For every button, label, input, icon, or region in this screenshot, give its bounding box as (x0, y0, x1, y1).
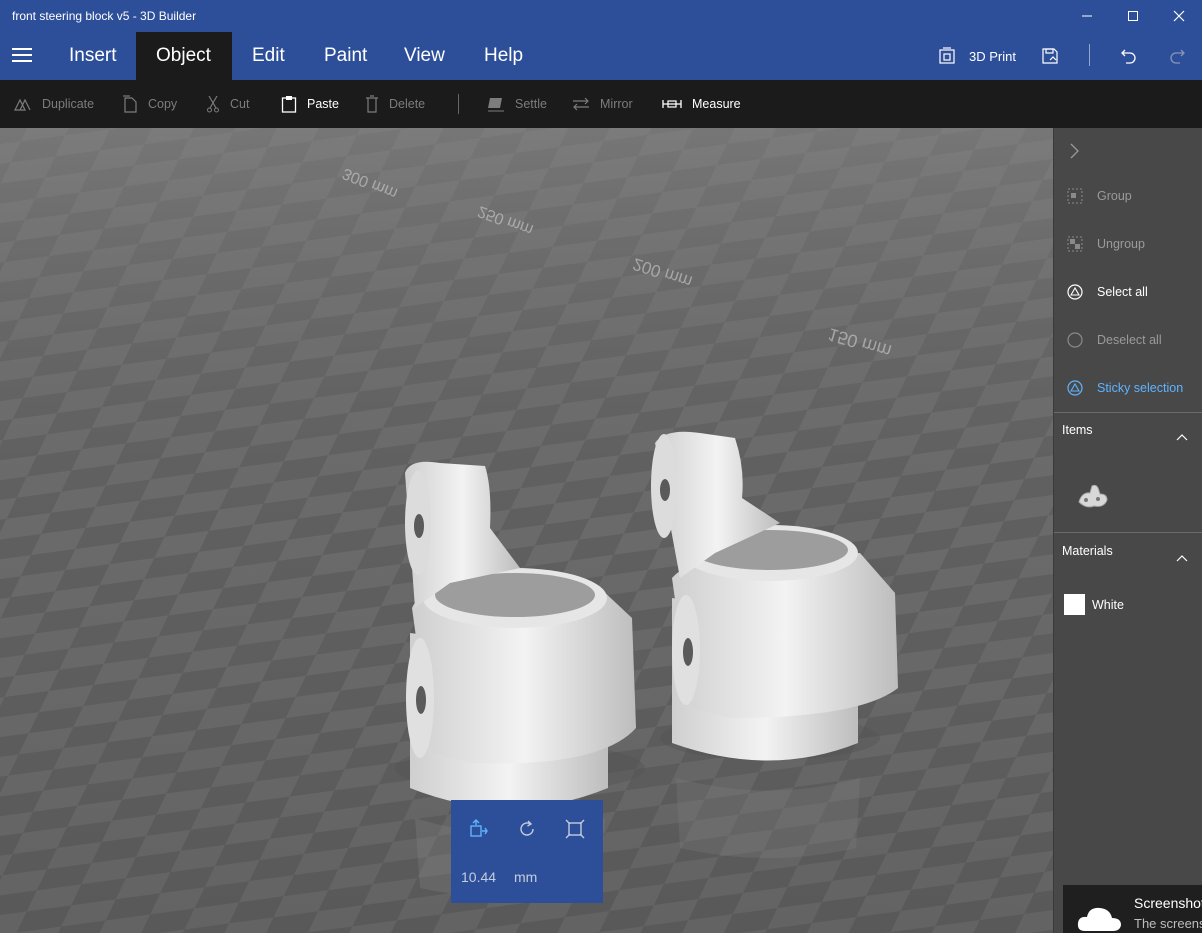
sticky-selection-icon (1067, 380, 1083, 396)
select-all-label: Select all (1097, 285, 1148, 299)
collapse-panel-button[interactable] (1068, 142, 1080, 165)
duplicate-icon (14, 98, 31, 111)
ungroup-icon (1067, 236, 1083, 252)
copy-icon (123, 95, 137, 113)
save-button[interactable] (1041, 32, 1059, 80)
copy-label: Copy (148, 97, 178, 111)
chevron-up-icon[interactable] (1176, 433, 1188, 441)
group-button[interactable]: Group (1054, 172, 1202, 220)
cut-button[interactable]: Cut (206, 80, 249, 128)
transform-unit: mm (514, 869, 538, 885)
paste-button[interactable]: Paste (281, 80, 339, 128)
scale-tool-icon[interactable] (564, 818, 586, 840)
title-bar: front steering block v5 - 3D Builder (0, 0, 1202, 32)
onedrive-cloud-icon (1077, 907, 1121, 931)
deselect-all-label: Deselect all (1097, 333, 1162, 347)
undo-icon (1121, 49, 1136, 64)
transform-panel: 10.44 mm (451, 800, 603, 903)
printer-3d-icon (939, 47, 955, 64)
select-all-button[interactable]: Select all (1054, 268, 1202, 316)
measure-label: Measure (692, 97, 741, 111)
chevron-up-icon[interactable] (1176, 554, 1188, 562)
tab-edit[interactable]: Edit (232, 32, 305, 80)
tab-paint[interactable]: Paint (304, 32, 387, 80)
maximize-button[interactable] (1110, 0, 1156, 32)
undo-button[interactable] (1120, 32, 1138, 80)
group-label: Group (1097, 189, 1132, 203)
notification-text: The screenshot was added to OneDrive (1134, 916, 1202, 931)
mirror-arrows-icon (573, 97, 589, 111)
sticky-selection-label: Sticky selection (1097, 381, 1184, 395)
deselect-all-button[interactable]: Deselect all (1054, 316, 1202, 364)
tab-object[interactable]: Object (136, 32, 232, 80)
save-icon (1042, 48, 1058, 64)
settle-icon (488, 98, 504, 112)
close-button[interactable] (1156, 0, 1202, 32)
settle-button[interactable]: Settle (487, 80, 547, 128)
scissors-icon (207, 95, 219, 113)
menu-bar: Insert Object Edit Paint View Help 3D Pr… (0, 32, 1202, 80)
measure-button[interactable]: Measure (662, 80, 741, 128)
move-tool-icon[interactable] (467, 818, 489, 840)
copy-button[interactable]: Copy (122, 80, 177, 128)
delete-button[interactable]: Delete (365, 80, 425, 128)
redo-icon (1170, 49, 1185, 64)
select-all-icon (1067, 284, 1083, 300)
material-swatch-white[interactable]: White (1064, 594, 1124, 615)
screenshot-notification[interactable]: Screenshot saved The screenshot was adde… (1063, 885, 1202, 933)
material-label: White (1092, 597, 1124, 612)
tab-help[interactable]: Help (464, 32, 543, 80)
print-label: 3D Print (969, 48, 1016, 64)
redo-button[interactable] (1168, 32, 1186, 80)
color-swatch (1064, 594, 1085, 615)
sticky-selection-toggle[interactable]: Sticky selection (1054, 364, 1202, 412)
notification-title: Screenshot saved (1134, 895, 1202, 911)
paste-icon (281, 96, 297, 113)
group-icon (1067, 188, 1083, 204)
3d-viewport[interactable]: 300 mm 250 mm 200 mm 150 mm 10.44 mm (0, 128, 1053, 933)
ungroup-button[interactable]: Ungroup (1054, 220, 1202, 268)
duplicate-label: Duplicate (42, 97, 95, 111)
ruler-measure-icon (662, 100, 682, 108)
deselect-all-icon (1067, 332, 1083, 348)
paste-label: Paste (307, 97, 339, 111)
materials-header: Materials (1062, 544, 1113, 558)
mirror-button[interactable]: Mirror (572, 80, 633, 128)
maximize-icon (1128, 11, 1138, 21)
cut-label: Cut (230, 97, 250, 111)
ungroup-label: Ungroup (1097, 237, 1145, 251)
close-icon (1173, 10, 1185, 22)
trash-icon (366, 95, 378, 113)
side-panel: Group Ungroup Select all Deselect all St… (1053, 128, 1202, 933)
minimize-icon (1082, 15, 1092, 17)
window-title: front steering block v5 - 3D Builder (12, 9, 197, 23)
rotate-tool-icon[interactable] (516, 818, 538, 840)
delete-label: Delete (389, 97, 426, 111)
tab-view[interactable]: View (384, 32, 465, 80)
object-toolbar: Duplicate Copy Cut Paste Delete Settle M… (0, 80, 1202, 128)
items-header: Items (1062, 423, 1093, 437)
duplicate-button[interactable]: Duplicate (14, 80, 94, 128)
item-thumbnail[interactable] (1076, 482, 1110, 515)
transform-value[interactable]: 10.44 (461, 869, 496, 885)
chevron-right-icon (1070, 143, 1079, 159)
hamburger-menu-icon[interactable] (12, 48, 32, 62)
mirror-label: Mirror (600, 97, 633, 111)
minimize-button[interactable] (1064, 0, 1110, 32)
settle-label: Settle (515, 97, 547, 111)
print-button[interactable]: 3D Print (938, 32, 1016, 80)
tab-insert[interactable]: Insert (49, 32, 137, 80)
